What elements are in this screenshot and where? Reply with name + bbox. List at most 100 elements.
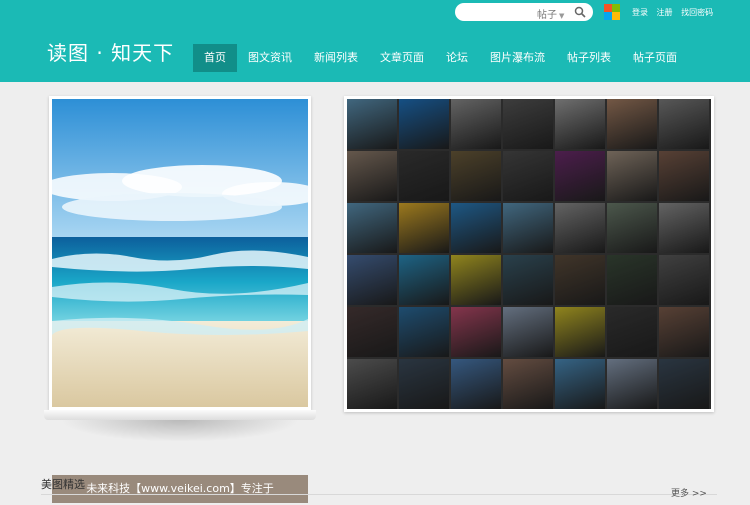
tile-overlay [347,255,397,305]
gallery-tile[interactable] [659,151,709,201]
tile-overlay [451,255,501,305]
gallery-tile[interactable] [347,255,397,305]
tile-overlay [659,307,709,357]
section-title: 美图精选 [41,478,85,491]
gallery-tile[interactable] [451,307,501,357]
forgot-password-link[interactable]: 找回密码 [681,8,713,17]
login-link[interactable]: 登录 [632,8,648,17]
gallery-tile[interactable] [659,203,709,253]
tile-overlay [607,359,657,409]
tile-overlay [347,99,397,149]
gallery-tile[interactable] [347,99,397,149]
tile-overlay [555,151,605,201]
gallery-tile[interactable] [503,359,553,409]
gallery-tile[interactable] [607,99,657,149]
gallery-tile[interactable] [555,359,605,409]
tile-overlay [347,203,397,253]
search-type-label: 帖子 [537,10,557,21]
gallery-tile[interactable] [451,203,501,253]
gallery-tile[interactable] [659,359,709,409]
nav-item-post-list[interactable]: 帖子列表 [556,44,622,72]
tile-overlay [555,203,605,253]
tile-overlay [503,151,553,201]
gallery-tile[interactable] [451,99,501,149]
tile-overlay [607,307,657,357]
tile-overlay [659,203,709,253]
more-link[interactable]: 更多 >> [671,486,707,499]
beach-image [52,99,308,407]
tile-overlay [555,255,605,305]
nav-item-post-page[interactable]: 帖子页面 [622,44,688,72]
tile-overlay [399,151,449,201]
tile-overlay [399,307,449,357]
tile-overlay [451,99,501,149]
nav-item-photo-news[interactable]: 图文资讯 [237,44,303,72]
gallery-tile[interactable] [347,151,397,201]
section-divider [41,494,717,495]
gallery-tile[interactable] [503,99,553,149]
search-type-select[interactable]: 帖子 ▼ [537,6,564,21]
gallery-tile[interactable] [503,255,553,305]
gallery-tile[interactable] [659,255,709,305]
gallery-tile[interactable] [503,151,553,201]
gallery-tile[interactable] [451,255,501,305]
tile-overlay [399,255,449,305]
tile-overlay [659,359,709,409]
tile-overlay [399,203,449,253]
nav-item-article-page[interactable]: 文章页面 [369,44,435,72]
gallery-tile[interactable] [347,359,397,409]
tile-overlay [451,151,501,201]
tile-overlay [555,99,605,149]
tile-overlay [347,151,397,201]
gallery-tile[interactable] [555,307,605,357]
gallery-tile[interactable] [555,99,605,149]
tile-overlay [607,255,657,305]
gallery-tile[interactable] [659,99,709,149]
site-logo[interactable]: 读图 · 知天下 [47,37,174,66]
gallery-tile[interactable] [555,151,605,201]
gallery-tile[interactable] [555,203,605,253]
gallery-tile[interactable] [607,255,657,305]
gallery-tile[interactable] [555,255,605,305]
gallery-tile[interactable] [503,307,553,357]
tile-overlay [555,307,605,357]
nav-item-waterfall[interactable]: 图片瀑布流 [479,44,556,72]
gallery-tile[interactable] [399,203,449,253]
gallery-tile[interactable] [399,359,449,409]
tile-overlay [659,151,709,201]
tile-overlay [347,359,397,409]
tile-overlay [503,307,553,357]
nav-item-home[interactable]: 首页 [193,44,237,72]
tile-overlay [451,359,501,409]
tile-overlay [555,359,605,409]
gallery-tile[interactable] [607,151,657,201]
gallery-tile[interactable] [607,203,657,253]
gallery-tile[interactable] [399,151,449,201]
featured-image-frame[interactable]: 未来科技【www.veikei.com】专注于 [49,96,311,503]
gallery-tile[interactable] [399,255,449,305]
gallery-frame [344,96,714,412]
tile-overlay [451,203,501,253]
nav-item-news-list[interactable]: 新闻列表 [303,44,369,72]
gallery-tile[interactable] [399,99,449,149]
tile-overlay [503,203,553,253]
tile-overlay [503,99,553,149]
search-box[interactable]: 帖子 ▼ [455,3,593,21]
header: 读图 · 知天下 帖子 ▼ 登录 注册 找回密码 首页 图文资讯 新闻列表 文章页… [0,0,750,82]
top-links: 登录 注册 找回密码 [632,7,719,18]
search-icon[interactable] [574,6,586,18]
gallery-tile[interactable] [347,307,397,357]
register-link[interactable]: 注册 [657,8,673,17]
nav-item-forum[interactable]: 论坛 [435,44,479,72]
gallery-tile[interactable] [659,307,709,357]
gallery-tile[interactable] [607,307,657,357]
gallery-tile[interactable] [503,203,553,253]
gallery-tile[interactable] [399,307,449,357]
image-grid [347,99,711,409]
gallery-tile[interactable] [347,203,397,253]
tile-overlay [503,359,553,409]
gallery-tile[interactable] [607,359,657,409]
gallery-tile[interactable] [451,151,501,201]
tile-overlay [347,307,397,357]
gallery-tile[interactable] [451,359,501,409]
